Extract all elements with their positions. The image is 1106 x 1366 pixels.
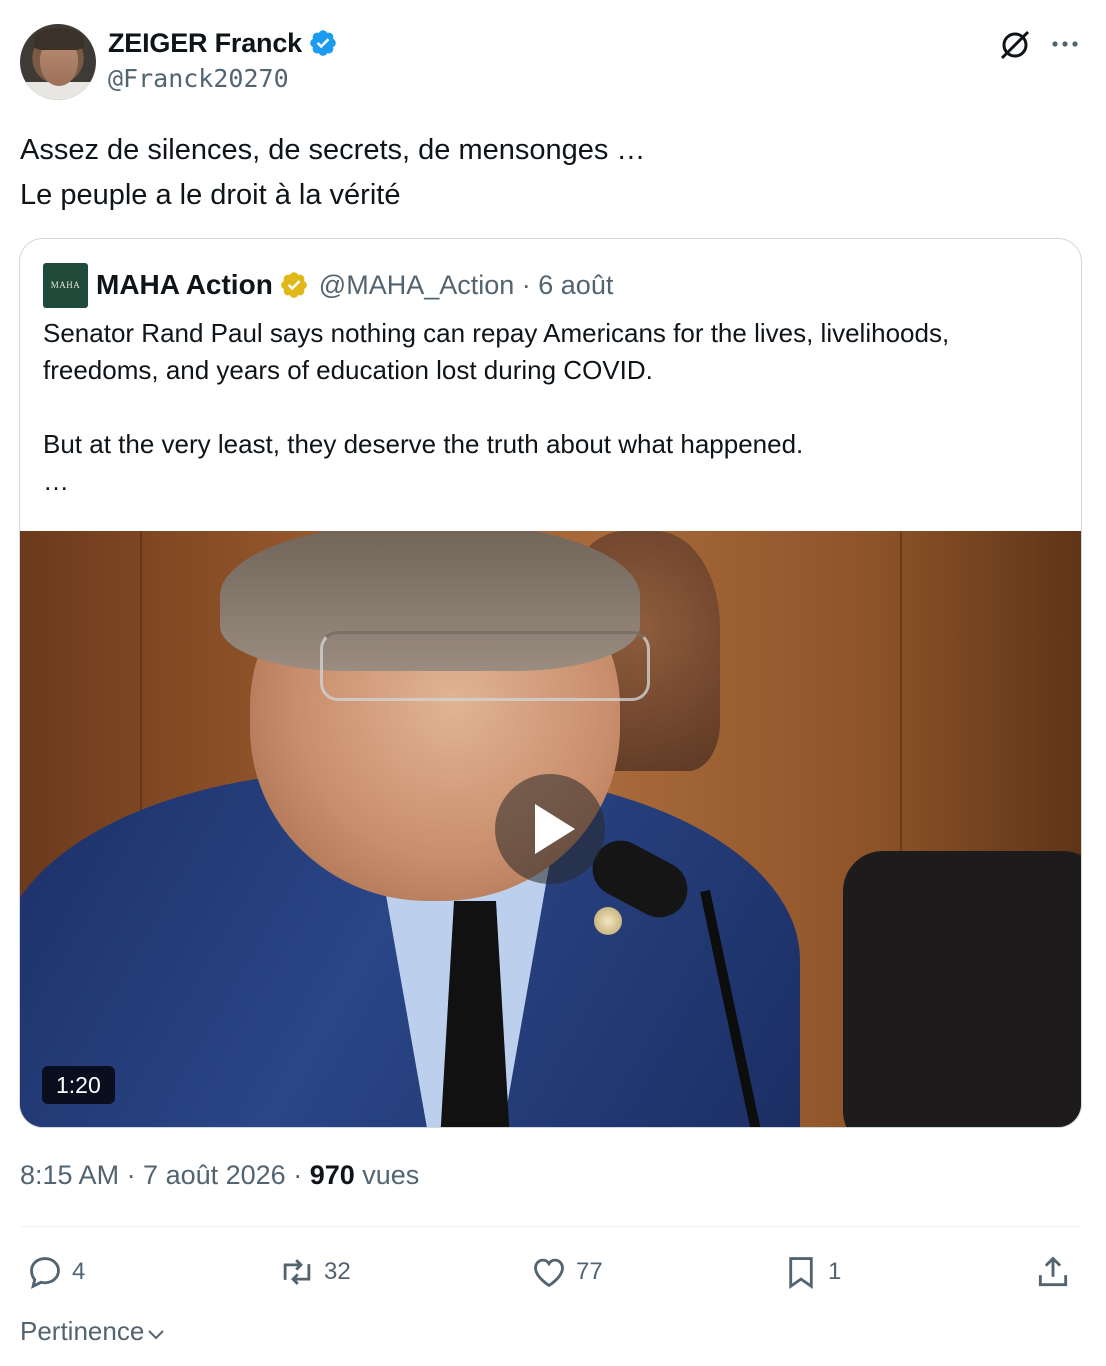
quoted-ellipsis: … (43, 466, 69, 496)
video-duration: 1:20 (42, 1066, 115, 1104)
timestamp-date[interactable]: 8:15 AM · 7 août 2026 · (20, 1160, 310, 1190)
sort-label: Pertinence (20, 1316, 145, 1346)
play-button[interactable] (495, 774, 605, 884)
reply-button[interactable]: 4 (26, 1250, 85, 1294)
like-icon (534, 1258, 564, 1288)
post-header: ZEIGER Franck @Franck20270 (20, 24, 1086, 100)
repost-button[interactable]: 32 (278, 1250, 351, 1294)
quoted-post[interactable]: MAHA MAHA Action @MAHA_Action · 6 août S… (19, 238, 1082, 1128)
views-count: 970 (309, 1160, 355, 1190)
post-timestamp: 8:15 AM · 7 août 2026 · 970 vues (20, 1160, 419, 1191)
quoted-paragraph-2: But at the very least, they deserve the … (43, 429, 804, 459)
quoted-meta[interactable]: @MAHA_Action · 6 août (319, 270, 614, 301)
author-avatar[interactable] (20, 24, 96, 100)
views-label: vues (354, 1160, 420, 1190)
video-player[interactable]: 1:20 (20, 531, 1081, 1127)
quoted-paragraph-1: Senator Rand Paul says nothing can repay… (43, 318, 950, 385)
share-icon (1038, 1256, 1068, 1287)
quoted-header: MAHA MAHA Action @MAHA_Action · 6 août (43, 262, 614, 308)
like-count: 77 (576, 1258, 603, 1285)
reply-count: 4 (72, 1258, 86, 1285)
repost-icon (283, 1259, 311, 1285)
more-icon[interactable] (1050, 32, 1080, 56)
bookmark-button[interactable]: 1 (782, 1250, 841, 1294)
like-button[interactable]: 77 (530, 1250, 603, 1294)
divider (20, 1226, 1082, 1227)
author-name[interactable]: ZEIGER Franck (108, 28, 302, 59)
play-icon (535, 804, 575, 854)
repost-count: 32 (324, 1258, 351, 1285)
verified-badge-icon (310, 30, 336, 56)
action-bar: 4 32 77 1 (20, 1250, 1082, 1294)
quoted-avatar[interactable]: MAHA (43, 262, 88, 308)
post-text: Assez de silences, de secrets, de menson… (20, 128, 645, 218)
sort-dropdown[interactable]: Pertinence (20, 1316, 166, 1347)
post-line-1: Assez de silences, de secrets, de menson… (20, 134, 646, 166)
author-info: ZEIGER Franck @Franck20270 (108, 24, 338, 93)
grok-icon[interactable] (998, 28, 1032, 62)
gold-badge-icon (280, 272, 307, 298)
bookmark-icon (789, 1257, 813, 1289)
reply-icon (30, 1257, 60, 1289)
post-line-2: Le peuple a le droit à la vérité (20, 179, 401, 211)
chevron-down-icon (148, 1329, 165, 1339)
quoted-text: Senator Rand Paul says nothing can repay… (43, 315, 1063, 500)
author-handle[interactable]: @Franck20270 (108, 64, 338, 93)
bookmark-count: 1 (828, 1258, 842, 1285)
quoted-author-name[interactable]: MAHA Action (96, 269, 273, 301)
share-button[interactable] (1034, 1250, 1072, 1294)
